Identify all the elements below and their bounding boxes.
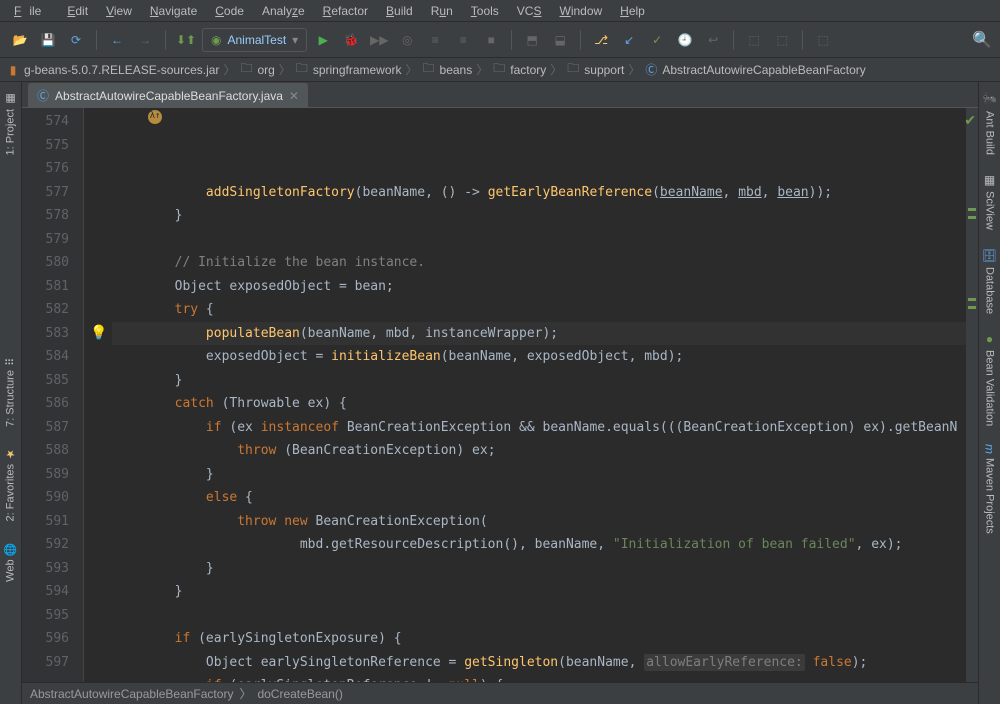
star-icon: ★: [4, 447, 17, 460]
class-icon: Ⓒ: [37, 87, 49, 104]
editor-area: Ⓒ AbstractAutowireCapableBeanFactory.jav…: [22, 82, 978, 704]
sync-icon[interactable]: ⟳: [64, 28, 88, 52]
error-stripe[interactable]: ✔: [966, 108, 978, 682]
back-icon[interactable]: ←: [105, 28, 129, 52]
tool-project[interactable]: 1: Project▦: [2, 86, 19, 161]
run-icon[interactable]: ▶: [311, 28, 335, 52]
tool-database[interactable]: 🗄Database: [981, 242, 999, 320]
vcs-commit-icon[interactable]: ✓: [645, 28, 669, 52]
folder-icon: 🗀: [492, 63, 506, 77]
menu-code[interactable]: Code: [207, 2, 252, 20]
menu-file[interactable]: File: [6, 2, 57, 20]
run-coverage-icon[interactable]: ▶▶: [367, 28, 391, 52]
folder-icon: 🗀: [566, 63, 580, 77]
folder-icon: 🗀: [239, 63, 253, 77]
stripe-marker[interactable]: [968, 298, 976, 301]
profiler-icon[interactable]: ◎: [395, 28, 419, 52]
debug-icon[interactable]: 🐞: [339, 28, 363, 52]
lambda-icon[interactable]: λ↑: [148, 110, 162, 124]
stripe-marker[interactable]: [968, 306, 976, 309]
run-configuration-dropdown[interactable]: ◉ AnimalTest ▾: [202, 28, 307, 52]
folder-icon: 🗀: [422, 63, 436, 77]
vcs-history-icon[interactable]: 🕘: [673, 28, 697, 52]
menu-edit[interactable]: Edit: [59, 2, 96, 20]
vcs-revert-icon[interactable]: ↩: [701, 28, 725, 52]
tool-icon-6[interactable]: ⬚: [770, 28, 794, 52]
menu-tools[interactable]: Tools: [463, 2, 507, 20]
tool-web[interactable]: Web🌐: [2, 536, 19, 588]
tool-maven[interactable]: mMaven Projects: [981, 438, 999, 540]
run-config-label: AnimalTest: [227, 33, 286, 47]
crumb-method-name[interactable]: doCreateBean(): [257, 687, 342, 701]
tab-label: AbstractAutowireCapableBeanFactory.java: [55, 89, 283, 103]
tool-structure[interactable]: 7: Structure⠿: [2, 352, 19, 433]
crumb-beans[interactable]: 🗀beans: [422, 63, 473, 77]
tool-icon-5[interactable]: ⬚: [742, 28, 766, 52]
search-everywhere-icon[interactable]: 🔍: [972, 30, 992, 50]
structure-icon: ⠿: [4, 358, 17, 366]
menu-analyze[interactable]: Analyze: [254, 2, 313, 20]
main-toolbar: 📂 💾 ⟳ ← → ⬇⬆ ◉ AnimalTest ▾ ▶ 🐞 ▶▶ ◎ ≡ ≡…: [0, 22, 1000, 58]
crumb-class-name[interactable]: AbstractAutowireCapableBeanFactory: [30, 687, 233, 701]
stripe-marker[interactable]: [968, 216, 976, 219]
structure-breadcrumb: AbstractAutowireCapableBeanFactory 〉 doC…: [22, 682, 978, 704]
menu-window[interactable]: Window: [551, 2, 610, 20]
grid-icon: ▦: [983, 173, 997, 187]
forward-icon[interactable]: →: [133, 28, 157, 52]
menu-navigate[interactable]: Navigate: [142, 2, 205, 20]
save-all-icon[interactable]: 💾: [36, 28, 60, 52]
menu-bar: File Edit View Navigate Code Analyze Ref…: [0, 0, 1000, 22]
gutter: 5745755765775785795805815825835845855865…: [22, 108, 84, 682]
jar-icon: ▮: [6, 63, 20, 77]
code-content[interactable]: λ↑ addSingletonFactory(beanName, () -> g…: [84, 108, 978, 682]
crumb-factory[interactable]: 🗀factory: [492, 63, 546, 77]
menu-vcs[interactable]: VCS: [509, 2, 550, 20]
tool-ant-build[interactable]: 🐜Ant Build: [981, 86, 999, 161]
menu-view[interactable]: View: [98, 2, 140, 20]
stop-icon[interactable]: ■: [479, 28, 503, 52]
crumb-springframework[interactable]: 🗀springframework: [295, 63, 402, 77]
navigation-breadcrumb: ▮ g-beans-5.0.7.RELEASE-sources.jar 〉 🗀o…: [0, 58, 1000, 82]
menu-help[interactable]: Help: [612, 2, 653, 20]
tool-icon-7[interactable]: ⬚: [811, 28, 835, 52]
crumb-class[interactable]: ⒸAbstractAutowireCapableBeanFactory: [644, 63, 865, 77]
class-icon: Ⓒ: [644, 63, 658, 77]
intention-bulb-icon[interactable]: 💡: [90, 322, 107, 346]
tool-icon-4[interactable]: ⬓: [548, 28, 572, 52]
tool-icon[interactable]: ≡: [423, 28, 447, 52]
tool-bean-validation[interactable]: ●Bean Validation: [981, 326, 999, 432]
bean-icon: ●: [983, 332, 997, 346]
editor-tabs: Ⓒ AbstractAutowireCapableBeanFactory.jav…: [22, 82, 978, 108]
workspace: 1: Project▦ 7: Structure⠿ 2: Favorites★ …: [0, 82, 1000, 704]
tool-icon-3[interactable]: ⬒: [520, 28, 544, 52]
tool-sciview[interactable]: ▦SciView: [981, 167, 999, 236]
crumb-jar[interactable]: ▮ g-beans-5.0.7.RELEASE-sources.jar: [6, 63, 219, 77]
code-editor[interactable]: 5745755765775785795805815825835845855865…: [22, 108, 978, 682]
stripe-marker[interactable]: [968, 208, 976, 211]
menu-build[interactable]: Build: [378, 2, 421, 20]
close-tab-icon[interactable]: ✕: [289, 89, 299, 103]
editor-tab[interactable]: Ⓒ AbstractAutowireCapableBeanFactory.jav…: [28, 83, 308, 107]
project-icon: ▦: [4, 92, 17, 105]
crumb-org[interactable]: 🗀org: [239, 63, 274, 77]
tool-favorites[interactable]: 2: Favorites★: [2, 441, 19, 527]
folder-icon: 🗀: [295, 63, 309, 77]
right-tool-rail: 🐜Ant Build ▦SciView 🗄Database ●Bean Vali…: [978, 82, 1000, 704]
database-icon: 🗄: [983, 248, 997, 263]
build-icon[interactable]: ⬇⬆: [174, 28, 198, 52]
ant-icon: 🐜: [983, 92, 997, 107]
crumb-support[interactable]: 🗀support: [566, 63, 624, 77]
maven-icon: m: [983, 444, 997, 454]
vcs-branch-icon[interactable]: ⎇: [589, 28, 613, 52]
tool-icon-2[interactable]: ≡: [451, 28, 475, 52]
vcs-update-icon[interactable]: ↙: [617, 28, 641, 52]
globe-icon: 🌐: [4, 542, 17, 555]
inspection-ok-icon: ✔: [964, 112, 976, 129]
left-tool-rail: 1: Project▦ 7: Structure⠿ 2: Favorites★ …: [0, 82, 22, 704]
menu-refactor[interactable]: Refactor: [315, 2, 376, 20]
open-icon[interactable]: 📂: [8, 28, 32, 52]
menu-run[interactable]: Run: [423, 2, 461, 20]
